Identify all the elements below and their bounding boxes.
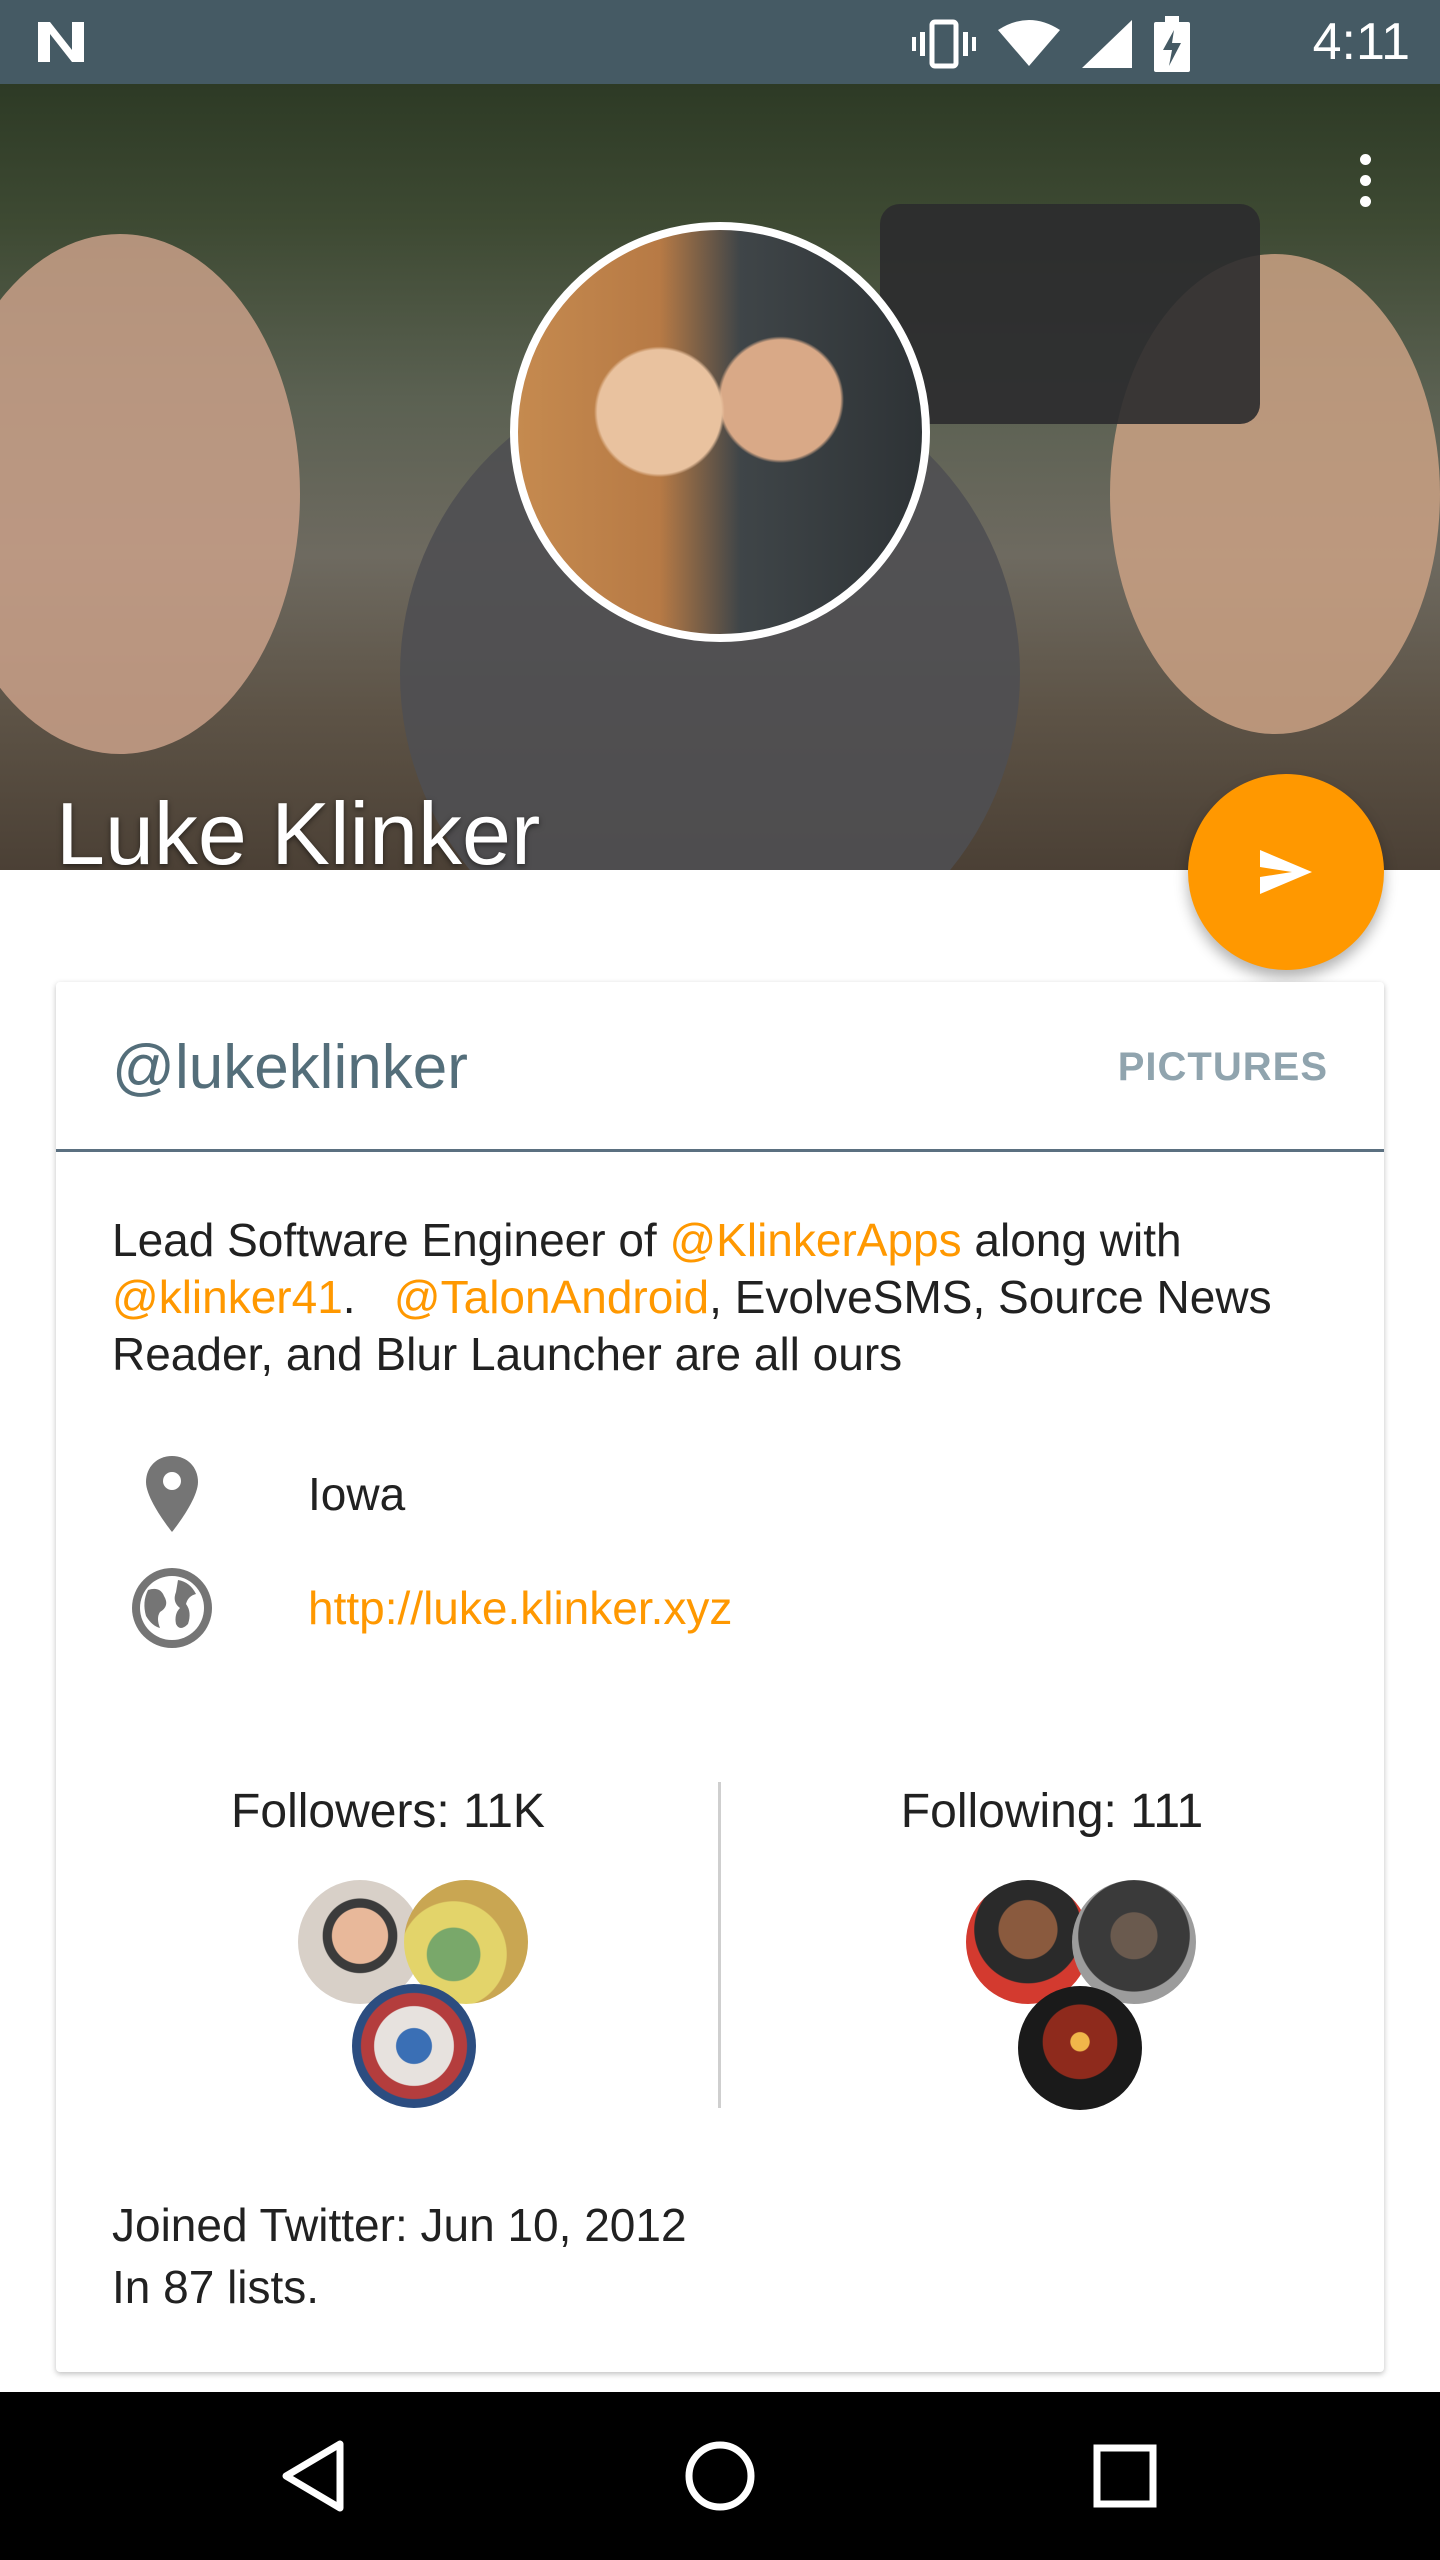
following-avatar[interactable] (1018, 1986, 1142, 2110)
joined-info: Joined Twitter: Jun 10, 2012 In 87 lists… (112, 2194, 687, 2318)
lists-count: In 87 lists. (112, 2261, 320, 2313)
screen-name: @lukeklinker (112, 1033, 468, 1102)
n-logo-icon (38, 22, 84, 62)
globe-icon (122, 1558, 222, 1658)
status-icons (912, 16, 1190, 72)
follower-avatar[interactable] (352, 1984, 476, 2108)
wifi-icon (998, 20, 1060, 66)
following-avatar[interactable] (1072, 1880, 1196, 2004)
more-vert-icon[interactable] (1350, 154, 1380, 214)
bio-text: along with (961, 1214, 1182, 1266)
followers-count: Followers: 11K (231, 1785, 545, 1838)
followers-section[interactable]: Followers: 11K (56, 1782, 720, 2112)
following-section[interactable]: Following: 111 (720, 1782, 1384, 2112)
bio-text: Lead Software Engineer of (112, 1214, 670, 1266)
website-row: http://luke.klinker.xyz (112, 1558, 1312, 1658)
vibrate-icon (912, 19, 976, 69)
send-icon (1260, 850, 1312, 894)
location-pin-icon (122, 1444, 222, 1544)
clock: 4:11 (1312, 13, 1410, 71)
card-header: @lukeklinker PICTURES (56, 982, 1384, 1152)
mention-link-talonandroid[interactable]: @TalonAndroid (394, 1271, 709, 1323)
back-icon[interactable] (276, 2436, 356, 2516)
send-message-button[interactable] (1188, 774, 1384, 970)
cover-photo-person-left (0, 234, 300, 754)
profile-card: @lukeklinker PICTURES Lead Software Engi… (56, 982, 1384, 2372)
display-name: Luke Klinker (56, 784, 541, 870)
joined-date: Joined Twitter: Jun 10, 2012 (112, 2199, 687, 2251)
bio: Lead Software Engineer of @KlinkerApps a… (112, 1212, 1332, 1383)
website-link[interactable]: http://luke.klinker.xyz (308, 1580, 732, 1636)
battery-charging-icon (1154, 16, 1190, 72)
location-text: Iowa (308, 1468, 406, 1520)
header-cover-photo: Luke Klinker (0, 84, 1440, 870)
cell-signal-icon (1082, 20, 1132, 68)
cover-photo-tent (880, 204, 1260, 424)
home-icon[interactable] (680, 2436, 760, 2516)
location-row: Iowa (112, 1444, 1312, 1544)
follow-stats: Followers: 11K Following: 111 (56, 1782, 1384, 2112)
navigation-bar (0, 2392, 1440, 2560)
mention-link-klinkerapps[interactable]: @KlinkerApps (669, 1214, 961, 1266)
recents-icon[interactable] (1085, 2436, 1165, 2516)
mention-link-klinker41[interactable]: @klinker41 (112, 1271, 343, 1323)
bio-text: . (342, 1271, 394, 1323)
profile-avatar[interactable] (510, 222, 930, 642)
tab-pictures[interactable]: PICTURES (1118, 1042, 1328, 1092)
following-count: Following: 111 (900, 1785, 1204, 1838)
status-bar: 4:11 (0, 0, 1440, 84)
